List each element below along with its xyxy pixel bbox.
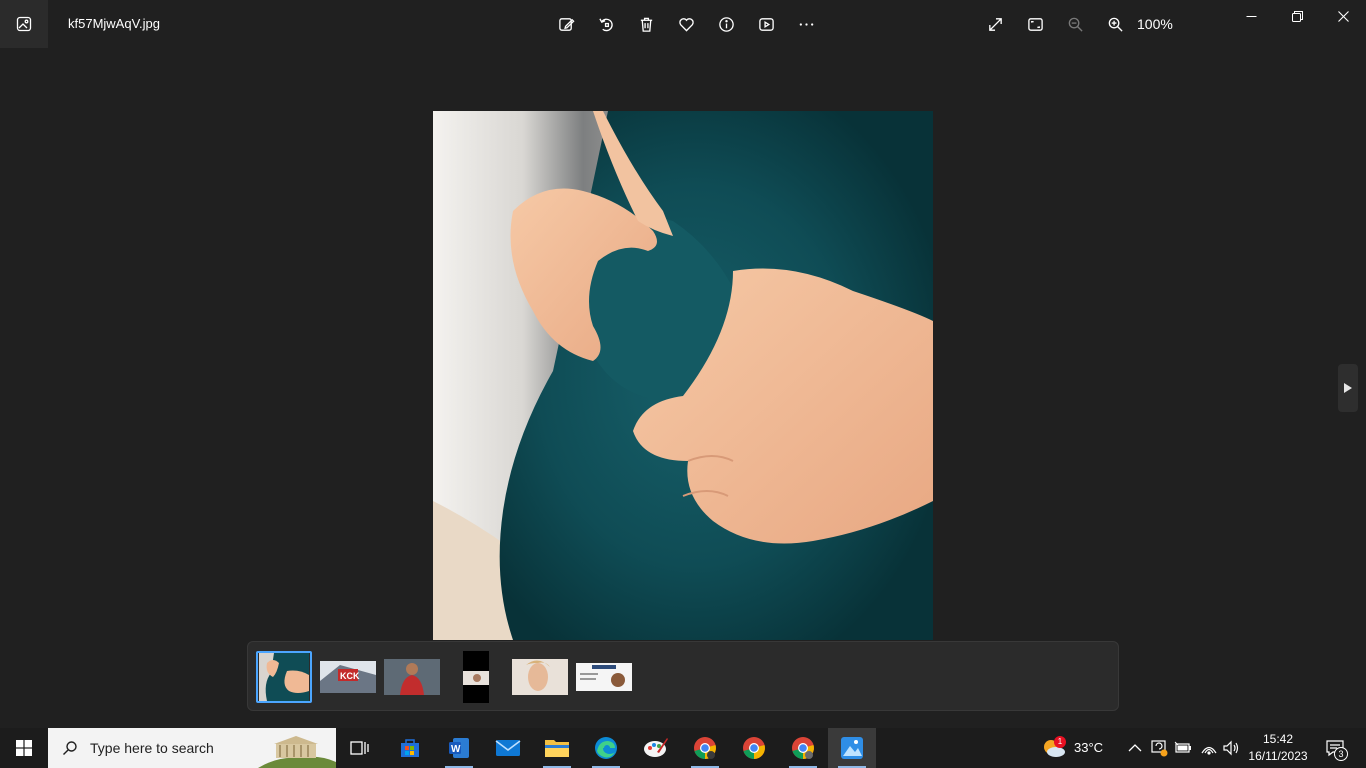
chrome-button-2[interactable] (730, 728, 778, 768)
minimize-icon (1246, 15, 1256, 17)
taskbar: Type here to search W 1 33°C 15:42 16/11… (0, 728, 1366, 768)
more-icon (799, 22, 813, 26)
clock-time: 15:42 (1262, 732, 1294, 746)
file-explorer-button[interactable] (533, 728, 581, 768)
minimize-button[interactable] (1228, 0, 1274, 32)
zoom-level[interactable]: 100% (1137, 16, 1187, 32)
word-icon: W (449, 738, 469, 758)
update-icon[interactable] (1150, 739, 1168, 757)
delete-button[interactable] (626, 8, 666, 40)
edit-button[interactable] (546, 8, 586, 40)
zoom-out-icon (1068, 17, 1083, 32)
chrome-icon (792, 737, 814, 759)
filmstrip: KCK (247, 641, 1119, 711)
microsoft-store-button[interactable] (386, 728, 434, 768)
thumbnail-4[interactable] (462, 651, 490, 703)
main-photo[interactable] (433, 111, 933, 640)
fit-icon (1027, 17, 1043, 31)
info-button[interactable] (706, 8, 746, 40)
view-toolbar: 100% (975, 8, 1187, 40)
fit-to-window-button[interactable] (1015, 8, 1055, 40)
restore-button[interactable] (1274, 0, 1320, 32)
more-button[interactable] (786, 8, 826, 40)
chrome-button-3[interactable] (779, 728, 827, 768)
chrome-button-1[interactable] (681, 728, 729, 768)
play-right-icon (1344, 383, 1352, 393)
notification-count: 3 (1334, 747, 1348, 761)
task-view-icon (350, 741, 369, 755)
search-placeholder: Type here to search (90, 740, 214, 756)
title-bar: kf57MjwAqV.jpg 100% (0, 0, 1366, 48)
photos-icon (16, 16, 32, 32)
store-icon (401, 739, 419, 757)
weather-alert-badge: 1 (1054, 736, 1066, 748)
paint-button[interactable] (632, 728, 680, 768)
search-box[interactable]: Type here to search (48, 728, 336, 768)
edge-button[interactable] (582, 728, 630, 768)
start-button[interactable] (0, 728, 48, 768)
fullscreen-button[interactable] (975, 8, 1015, 40)
photos-app-button[interactable] (0, 0, 48, 48)
task-view-button[interactable] (336, 728, 384, 768)
thumbnail-2[interactable]: KCK (320, 651, 376, 703)
volume-icon[interactable] (1222, 740, 1240, 756)
pregnant-belly-photo (433, 111, 933, 640)
favorite-button[interactable] (666, 8, 706, 40)
document-thumb (576, 663, 632, 691)
file-name: kf57MjwAqV.jpg (68, 16, 161, 31)
chevron-up-icon[interactable] (1128, 742, 1142, 754)
delete-icon (640, 17, 652, 32)
close-button[interactable] (1320, 0, 1366, 32)
mail-icon (495, 740, 521, 756)
thumbnail-1[interactable] (256, 651, 312, 703)
zoom-out-button[interactable] (1055, 8, 1095, 40)
zoom-in-button[interactable] (1095, 8, 1135, 40)
windows-icon (16, 740, 32, 756)
acropolis-illustration (258, 736, 336, 768)
battery-icon[interactable] (1174, 741, 1192, 755)
next-image-button[interactable] (1338, 364, 1358, 412)
rotate-button[interactable] (586, 8, 626, 40)
slideshow-button[interactable] (746, 8, 786, 40)
image-toolbar (546, 8, 826, 40)
wifi-icon[interactable] (1200, 740, 1218, 756)
thumbnail-3[interactable] (384, 651, 440, 703)
info-icon (718, 16, 734, 32)
svg-text:W: W (451, 744, 461, 755)
weather-temperature[interactable]: 33°C (1074, 740, 1103, 755)
banner-thumb: KCK (320, 661, 376, 693)
word-button[interactable]: W (435, 728, 483, 768)
mail-button[interactable] (484, 728, 532, 768)
svg-text:KCK: KCK (340, 671, 360, 681)
woman-face-thumb (512, 659, 568, 695)
chrome-icon (694, 737, 716, 759)
photos-app-icon (841, 737, 863, 759)
favorite-icon (678, 17, 694, 32)
fullscreen-icon (988, 17, 1002, 31)
edge-icon (595, 737, 617, 759)
thumbnail-5[interactable] (512, 651, 568, 703)
clock-date: 16/11/2023 (1248, 749, 1308, 763)
edit-icon (558, 17, 575, 31)
pregnant-belly-thumb (259, 653, 309, 701)
slideshow-icon (758, 17, 774, 31)
folder-icon (545, 740, 569, 757)
paint-icon (644, 738, 668, 757)
rotate-icon (598, 18, 613, 31)
photos-taskbar-button[interactable] (828, 728, 876, 768)
thumbnail-6[interactable] (576, 651, 632, 703)
action-center-button[interactable]: 3 (1318, 728, 1366, 768)
portrait-thumb (463, 651, 489, 703)
football-player-thumb (384, 659, 440, 695)
zoom-in-icon (1108, 17, 1123, 32)
close-icon (1337, 10, 1349, 22)
chrome-icon (743, 737, 765, 759)
photos-app-window: kf57MjwAqV.jpg 100% KCK (0, 0, 1366, 728)
clock[interactable]: 15:42 16/11/2023 (1244, 731, 1312, 765)
search-icon (63, 741, 77, 755)
restore-icon (1291, 10, 1303, 22)
